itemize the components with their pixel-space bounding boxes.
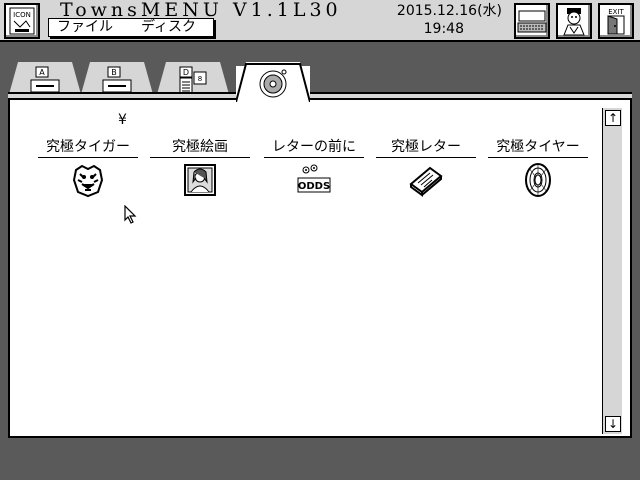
svg-text:EXIT: EXIT xyxy=(608,8,624,16)
date-display: 2015.12.16(水) xyxy=(396,3,502,19)
user-icon[interactable] xyxy=(556,3,592,39)
svg-text:B: B xyxy=(111,68,117,77)
menu-file[interactable]: ファイル xyxy=(57,19,113,36)
file-item-before-letter[interactable]: レターの前に ODDS xyxy=(264,138,364,208)
icon-editor-icon[interactable]: ICON xyxy=(4,3,40,39)
tire-icon xyxy=(525,163,551,197)
file-label: 究極タイヤー xyxy=(488,138,588,158)
menu-disk[interactable]: ディスク xyxy=(141,19,196,36)
path-root: ¥ xyxy=(118,112,127,128)
window-frame xyxy=(8,92,632,100)
svg-text:8: 8 xyxy=(198,75,202,83)
file-item-ultimate-letter[interactable]: 究極レター xyxy=(376,138,476,208)
tiger-icon xyxy=(72,164,104,198)
svg-text:A: A xyxy=(39,68,45,77)
time-display: 19:48 xyxy=(423,21,464,37)
mouse-cursor-icon xyxy=(124,205,137,224)
svg-text:ODDS: ODDS xyxy=(298,181,330,192)
scroll-down-button[interactable]: ↓ xyxy=(605,416,621,432)
file-label: 究極タイガー xyxy=(38,138,138,158)
svg-text:D: D xyxy=(183,68,189,77)
letter-icon xyxy=(409,166,443,197)
painting-icon xyxy=(184,164,216,196)
file-label: 究極絵画 xyxy=(150,138,250,158)
menu-bar: ファイル ディスク xyxy=(48,18,214,37)
cdrom-tab-icon xyxy=(236,63,310,102)
exit-icon[interactable]: EXIT xyxy=(598,3,634,39)
file-item-ultimate-painting[interactable]: 究極絵画 xyxy=(150,138,250,208)
scroll-up-button[interactable]: ↑ xyxy=(605,110,621,126)
odds-icon: ODDS xyxy=(297,164,331,193)
vertical-scrollbar[interactable]: ↑ ↓ xyxy=(602,108,622,434)
file-item-ultimate-tire[interactable]: 究極タイヤー xyxy=(488,138,588,208)
top-bar: ICON TownsMENU V1.1L30 ファイル ディスク 2015.12… xyxy=(0,0,640,42)
svg-text:ICON: ICON xyxy=(13,11,31,19)
clock: 2015.12.16(水) 19:48 xyxy=(372,2,502,38)
file-item-ultimate-tiger[interactable]: 究極タイガー xyxy=(38,138,138,208)
file-label: レターの前に xyxy=(264,138,364,158)
keyboard-icon[interactable] xyxy=(514,3,550,39)
file-label: 究極レター xyxy=(376,138,476,158)
